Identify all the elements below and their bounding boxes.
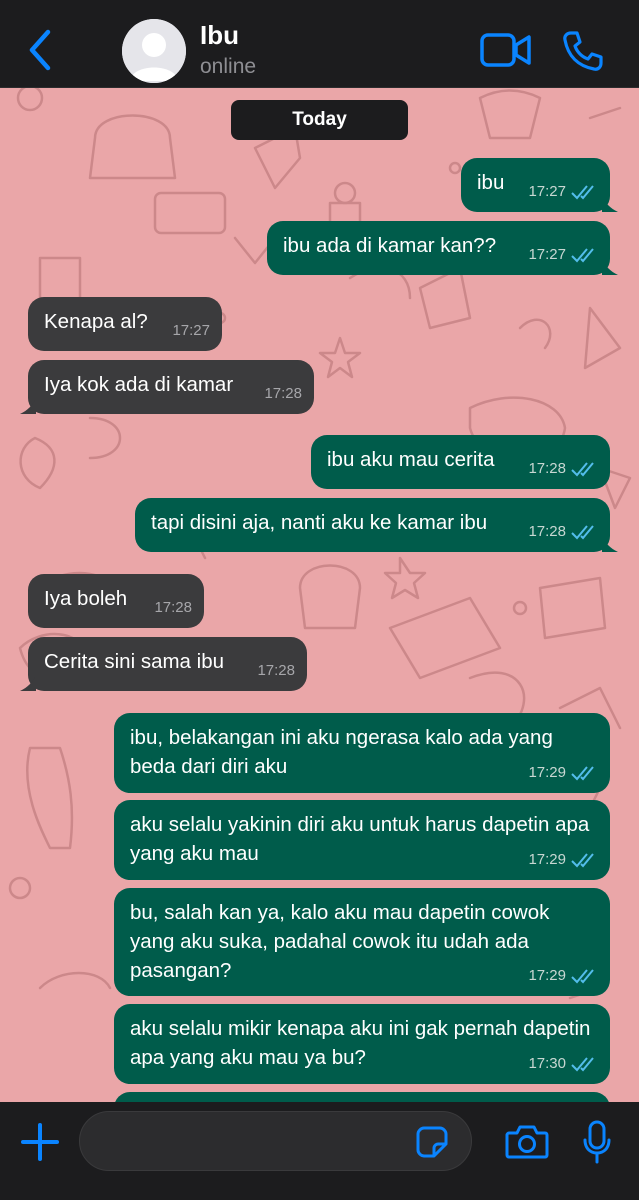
message-text: aku selalu mikir kenapa aku ini gak pern… — [130, 1017, 591, 1069]
message-meta: 17:29 — [528, 961, 598, 990]
voice-call-button[interactable] — [562, 30, 604, 72]
back-button[interactable] — [18, 26, 58, 74]
message-time: 17:27 — [528, 246, 566, 263]
message-time: 17:29 — [528, 967, 566, 984]
message-meta: 17:28 — [528, 454, 598, 483]
date-divider: Today — [231, 100, 408, 140]
message-meta: 17:27 — [172, 316, 210, 345]
bubble-tail — [602, 196, 618, 212]
read-receipt-icon — [571, 461, 594, 476]
message-text: Cerita sini sama ibu — [44, 650, 225, 673]
chat-header: Ibu online — [0, 0, 639, 88]
message-input[interactable] — [79, 1111, 472, 1171]
sticker-button[interactable] — [416, 1126, 448, 1158]
message-meta: 17:27 — [528, 177, 598, 206]
message-meta: 17:28 — [154, 593, 192, 622]
message-meta: 17:29 — [528, 758, 598, 787]
message-time: 17:29 — [528, 764, 566, 781]
message-time: 17:29 — [528, 851, 566, 868]
message-time: 17:28 — [528, 460, 566, 477]
message-bubble-outgoing[interactable]: tapi disini aja, nanti aku ke kamar ibu … — [135, 498, 618, 552]
message-time: 17:27 — [172, 322, 210, 339]
microphone-icon — [583, 1120, 611, 1164]
message-time: 17:27 — [528, 183, 566, 200]
read-receipt-icon — [571, 765, 594, 780]
sticker-icon — [416, 1126, 448, 1158]
message-meta: 17:28 — [264, 379, 302, 408]
contact-status: online — [200, 55, 257, 78]
message-text: Iya kok ada di kamar — [44, 373, 234, 396]
message-bubble-outgoing[interactable]: ibu aku mau cerita 17:28 — [311, 435, 610, 489]
message-bubble-outgoing[interactable]: aku selalu yakinin diri aku untuk harus … — [114, 800, 610, 880]
bubble-tail — [602, 259, 618, 275]
read-receipt-icon — [571, 247, 594, 262]
read-receipt-icon — [571, 852, 594, 867]
plus-icon — [21, 1123, 59, 1161]
message-bubble-outgoing[interactable]: ibu ada di kamar kan?? 17:27 — [267, 221, 618, 275]
message-bubble-outgoing[interactable]: ibu, belakangan ini aku ngerasa kalo ada… — [114, 713, 610, 793]
message-bubble-incoming[interactable]: Iya boleh 17:28 — [28, 574, 204, 628]
message-bubble-outgoing[interactable]: bu, salah kan ya, kalo aku mau dapetin c… — [114, 888, 610, 996]
read-receipt-icon — [571, 184, 594, 199]
bubble-tail — [602, 536, 618, 552]
message-text: ibu, belakangan ini aku ngerasa kalo ada… — [130, 726, 553, 778]
message-text: aku selalu yakinin diri aku untuk harus … — [130, 813, 590, 865]
message-time: 17:28 — [264, 385, 302, 402]
read-receipt-icon — [571, 968, 594, 983]
read-receipt-icon — [571, 1056, 594, 1071]
message-meta: 17:27 — [528, 240, 598, 269]
message-time: 17:28 — [154, 599, 192, 616]
message-time: 17:28 — [528, 523, 566, 540]
message-bubble-incoming[interactable]: Kenapa al? 17:27 — [28, 297, 222, 351]
message-meta: 17:28 — [257, 656, 295, 685]
bubble-tail — [20, 675, 36, 691]
microphone-button[interactable] — [582, 1120, 612, 1164]
message-bubble-incoming[interactable]: Cerita sini sama ibu 17:28 — [20, 637, 307, 691]
message-bubble-incoming[interactable]: Iya kok ada di kamar 17:28 — [20, 360, 314, 414]
chat-area[interactable]: Today ibu 17:27 ibu ada di kamar kan?? 1… — [0, 88, 639, 1102]
attach-button[interactable] — [20, 1122, 60, 1162]
message-bubble-outgoing[interactable]: ibu 17:27 — [461, 158, 618, 212]
message-meta: 17:29 — [528, 845, 598, 874]
bubble-tail — [20, 398, 36, 414]
contact-name[interactable]: Ibu — [200, 20, 239, 51]
phone-icon — [563, 31, 603, 71]
message-text: bu, salah kan ya, kalo aku mau dapetin c… — [130, 901, 550, 982]
camera-button[interactable] — [505, 1124, 549, 1160]
read-receipt-icon — [571, 524, 594, 539]
chevron-left-icon — [29, 29, 51, 71]
message-time: 17:30 — [528, 1055, 566, 1072]
message-meta: 17:28 — [528, 517, 598, 546]
avatar[interactable] — [122, 19, 186, 83]
video-camera-icon — [480, 33, 531, 67]
camera-icon — [505, 1125, 549, 1159]
message-bubble-outgoing[interactable]: aku selalu mikir kenapa aku ini gak pern… — [114, 1004, 610, 1084]
message-meta: 17:30 — [528, 1049, 598, 1078]
default-avatar-icon — [122, 19, 186, 83]
message-bubble-outgoing-partial[interactable] — [114, 1092, 610, 1102]
video-call-button[interactable] — [480, 32, 532, 68]
message-time: 17:28 — [257, 662, 295, 679]
message-input-bar — [0, 1102, 639, 1200]
